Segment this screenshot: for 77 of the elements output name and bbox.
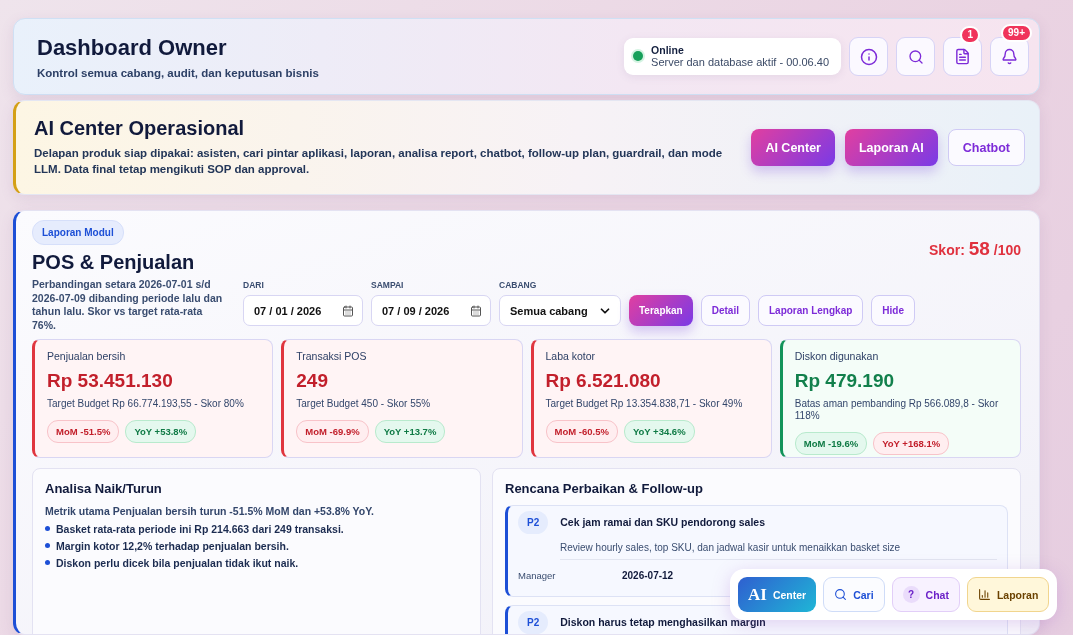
calendar-icon xyxy=(470,304,482,317)
filter-button[interactable]: Terapkan xyxy=(629,295,693,326)
bullet-icon xyxy=(45,526,50,532)
filter-button[interactable]: Hide xyxy=(871,295,915,326)
metric-note: Target Budget Rp 13.354.838,71 - Skor 49% xyxy=(545,397,744,410)
filter-button[interactable]: Detail xyxy=(700,295,750,326)
info-icon xyxy=(859,47,878,66)
metric-value: 249 xyxy=(296,369,329,392)
bell-icon xyxy=(1001,48,1018,65)
plan-title: Diskon harus tetap menghasilkan margin xyxy=(560,616,766,629)
plan-due-date: 2026-07-12 xyxy=(622,569,674,581)
score-text: Skor: 58 /100 xyxy=(929,238,1021,260)
date-field[interactable]: 07 / 01 / 2026 xyxy=(243,295,363,326)
metric-note: Target Budget Rp 66.774.193,55 - Skor 80% xyxy=(47,397,245,410)
metric-label: Penjualan bersih xyxy=(47,349,127,362)
metric-note: Batas aman pembanding Rp 566.089,8 - Skor 118% xyxy=(794,397,1000,422)
change-chip: YoY +53.8% xyxy=(125,419,197,443)
change-chip: MoM -60.5% xyxy=(545,419,618,443)
metric-value: Rp 479.190 xyxy=(794,369,896,392)
bullet-icon xyxy=(45,543,50,549)
change-chip: MoM -51.5% xyxy=(47,419,120,443)
info-button[interactable] xyxy=(849,37,888,76)
metric-label: Laba kotor xyxy=(545,349,597,362)
metric-value: Rp 53.451.130 xyxy=(47,369,174,392)
analysis-point: Diskon perlu dicek bila penjualan tidak ikut naik. xyxy=(56,556,299,569)
page-subtitle: Kontrol semua cabang, audit, dan keputusan bisnis xyxy=(37,66,319,79)
panel-title: Analisa Naik/Turun xyxy=(45,480,163,496)
priority-badge: P2 xyxy=(518,610,549,634)
dock-button[interactable]: AI Center xyxy=(738,577,817,612)
bullet-icon xyxy=(45,560,50,566)
search-icon xyxy=(834,588,848,601)
page-title: Dashboard Owner xyxy=(37,34,228,61)
analysis-summary: Metrik utama Penjualan bersih turun -51.5% MoM dan +53.8% YoY. xyxy=(45,504,375,517)
change-chip: MoM -19.6% xyxy=(794,431,868,455)
module-badge: Laporan Modul xyxy=(32,220,124,245)
field-label: CABANG xyxy=(499,280,538,290)
metric-label: Transaksi POS xyxy=(296,349,368,362)
metric-value: Rp 6.521.080 xyxy=(545,369,662,392)
change-chip: MoM -69.9% xyxy=(296,419,369,443)
banner-button[interactable]: AI Center xyxy=(751,129,835,166)
panel-title: Rencana Perbaikan & Follow-up xyxy=(505,480,704,496)
filter-button[interactable]: Laporan Lengkap xyxy=(757,295,864,326)
module-description: Perbandingan setara 2026-07-01 s/d 2026-07-09 dibanding periode lalu dan tahun lalu. Skor vs target rata-rata 76%. xyxy=(32,278,224,333)
branch-select[interactable]: Semua cabang xyxy=(499,295,621,326)
status-label: Online xyxy=(651,44,685,56)
metric-label: Diskon digunakan xyxy=(794,349,880,362)
search-icon xyxy=(907,48,924,65)
bar-chart-icon xyxy=(977,588,991,601)
metric-note: Target Budget 450 - Skor 55% xyxy=(296,397,432,410)
banner-button[interactable]: Laporan AI xyxy=(844,129,938,166)
change-chip: YoY +168.1% xyxy=(873,431,950,455)
banner-button[interactable]: Chatbot xyxy=(947,129,1025,166)
report-button[interactable] xyxy=(943,37,982,76)
banner-text: Delapan produk siap dipakai: asisten, cari pintar aplikasi, laporan, analisa report, chatbot, follow-up plan, guardrail, dan mode LLM. Data final tetap mengikuti SOP dan approval. xyxy=(34,146,724,177)
dock-button[interactable]: Laporan xyxy=(966,577,1050,612)
plan-owner: Manager xyxy=(518,569,557,581)
change-chip: YoY +34.6% xyxy=(623,419,695,443)
dock-button[interactable]: ? Chat xyxy=(891,577,960,612)
date-field[interactable]: 07 / 09 / 2026 xyxy=(371,295,491,326)
field-label: DARI xyxy=(243,280,265,290)
count-badge: 99+ xyxy=(1001,24,1032,42)
field-label: SAMPAI xyxy=(371,280,405,290)
change-chip: YoY +13.7% xyxy=(374,419,446,443)
module-title: POS & Penjualan xyxy=(32,251,195,274)
document-icon xyxy=(954,48,971,65)
notification-button[interactable] xyxy=(990,37,1029,76)
count-badge: 1 xyxy=(960,26,980,44)
calendar-icon xyxy=(342,304,354,317)
dock-button[interactable]: Cari xyxy=(823,577,885,612)
status-detail: Server dan database aktif - 00.06.40 xyxy=(651,56,829,68)
banner-title: AI Center Operasional xyxy=(34,117,246,141)
priority-badge: P2 xyxy=(518,510,549,534)
analysis-point: Basket rata-rata periode ini Rp 214.663 dari 249 transaksi. xyxy=(56,522,344,535)
plan-description: Review hourly sales, top SKU, dan jadwal kasir untuk menaikkan basket size xyxy=(560,541,997,560)
plan-title: Cek jam ramai dan SKU pendorong sales xyxy=(560,516,766,529)
analysis-point: Margin kotor 12,2% terhadap penjualan bersih. xyxy=(56,539,289,552)
search-button[interactable] xyxy=(896,37,935,76)
